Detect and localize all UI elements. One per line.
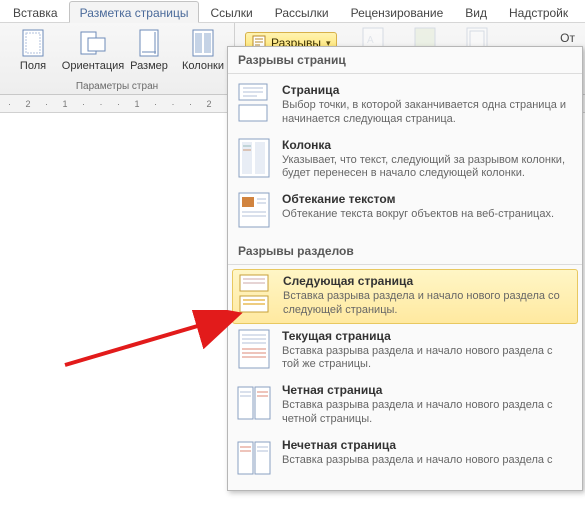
breaks-menu: Разрывы страниц Страница Выбор точки, в …	[227, 46, 583, 491]
menu-item-desc: Вставка разрыва раздела и начало нового …	[282, 345, 572, 373]
menu-section-pages: Разрывы страниц	[228, 47, 582, 71]
page-break-icon	[236, 83, 272, 123]
text-wrapping-icon	[236, 192, 272, 232]
tab-insert[interactable]: Вставка	[2, 1, 69, 23]
menu-item-title: Страница	[282, 83, 572, 97]
menu-item-desc: Обтекание текста вокруг объектов на веб-…	[282, 208, 572, 222]
margins-label: Поля	[20, 60, 46, 72]
menu-item-title: Нечетная страница	[282, 438, 572, 452]
menu-item-title: Колонка	[282, 138, 572, 152]
tab-mailings[interactable]: Рассылки	[264, 1, 340, 23]
menu-item-desc: Указывает, что текст, следующий за разры…	[282, 154, 572, 182]
odd-page-section-icon	[236, 438, 272, 478]
menu-item-title: Текущая страница	[282, 329, 572, 343]
column-break-icon	[236, 138, 272, 178]
margins-icon	[19, 29, 47, 57]
columns-icon	[189, 29, 217, 57]
indent-label: От	[560, 31, 575, 45]
menu-item-desc: Вставка разрыва раздела и начало нового …	[282, 454, 572, 468]
size-button[interactable]: Размер	[126, 27, 172, 72]
svg-text:A: A	[367, 35, 374, 46]
size-label: Размер	[130, 60, 168, 72]
menu-item-title: Четная страница	[282, 383, 572, 397]
separator	[228, 73, 582, 74]
separator	[228, 264, 582, 265]
orientation-label: Ориентация	[62, 60, 124, 72]
menu-item-desc: Вставка разрыва раздела и начало нового …	[282, 399, 572, 427]
menu-item-desc: Выбор точки, в которой заканчивается одн…	[282, 99, 572, 127]
margins-button[interactable]: Поля	[6, 27, 60, 72]
orientation-button[interactable]: Ориентация	[66, 27, 120, 72]
menu-item-continuous[interactable]: Текущая страница Вставка разрыва раздела…	[228, 324, 582, 379]
ribbon-tabs: Вставка Разметка страницы Ссылки Рассылк…	[0, 0, 585, 23]
menu-item-next-page[interactable]: Следующая страница Вставка разрыва разде…	[232, 269, 578, 324]
tab-view[interactable]: Вид	[454, 1, 498, 23]
tab-addins[interactable]: Надстройк	[498, 1, 579, 23]
menu-item-column-break[interactable]: Колонка Указывает, что текст, следующий …	[228, 133, 582, 188]
orientation-icon	[79, 29, 107, 57]
tab-references[interactable]: Ссылки	[199, 1, 263, 23]
columns-button[interactable]: Колонки	[178, 27, 228, 72]
menu-item-page-break[interactable]: Страница Выбор точки, в которой заканчив…	[228, 78, 582, 133]
menu-item-desc: Вставка разрыва раздела и начало нового …	[283, 290, 571, 318]
group-caption: Параметры стран	[76, 79, 158, 92]
menu-item-title: Обтекание текстом	[282, 192, 572, 206]
menu-item-even-page[interactable]: Четная страница Вставка разрыва раздела …	[228, 378, 582, 433]
menu-item-text-wrapping-break[interactable]: Обтекание текстом Обтекание текста вокру…	[228, 187, 582, 238]
columns-label: Колонки	[182, 60, 224, 72]
page-setup-group: Поля Ориентация Размер Колонки	[0, 23, 235, 94]
menu-item-odd-page[interactable]: Нечетная страница Вставка разрыва раздел…	[228, 433, 582, 484]
tab-review[interactable]: Рецензирование	[340, 1, 455, 23]
menu-section-sections: Разрывы разделов	[228, 238, 582, 262]
size-icon	[135, 29, 163, 57]
continuous-section-icon	[236, 329, 272, 369]
next-page-section-icon	[237, 274, 273, 314]
tab-page-layout[interactable]: Разметка страницы	[69, 1, 200, 23]
menu-item-title: Следующая страница	[283, 274, 571, 288]
even-page-section-icon	[236, 383, 272, 423]
